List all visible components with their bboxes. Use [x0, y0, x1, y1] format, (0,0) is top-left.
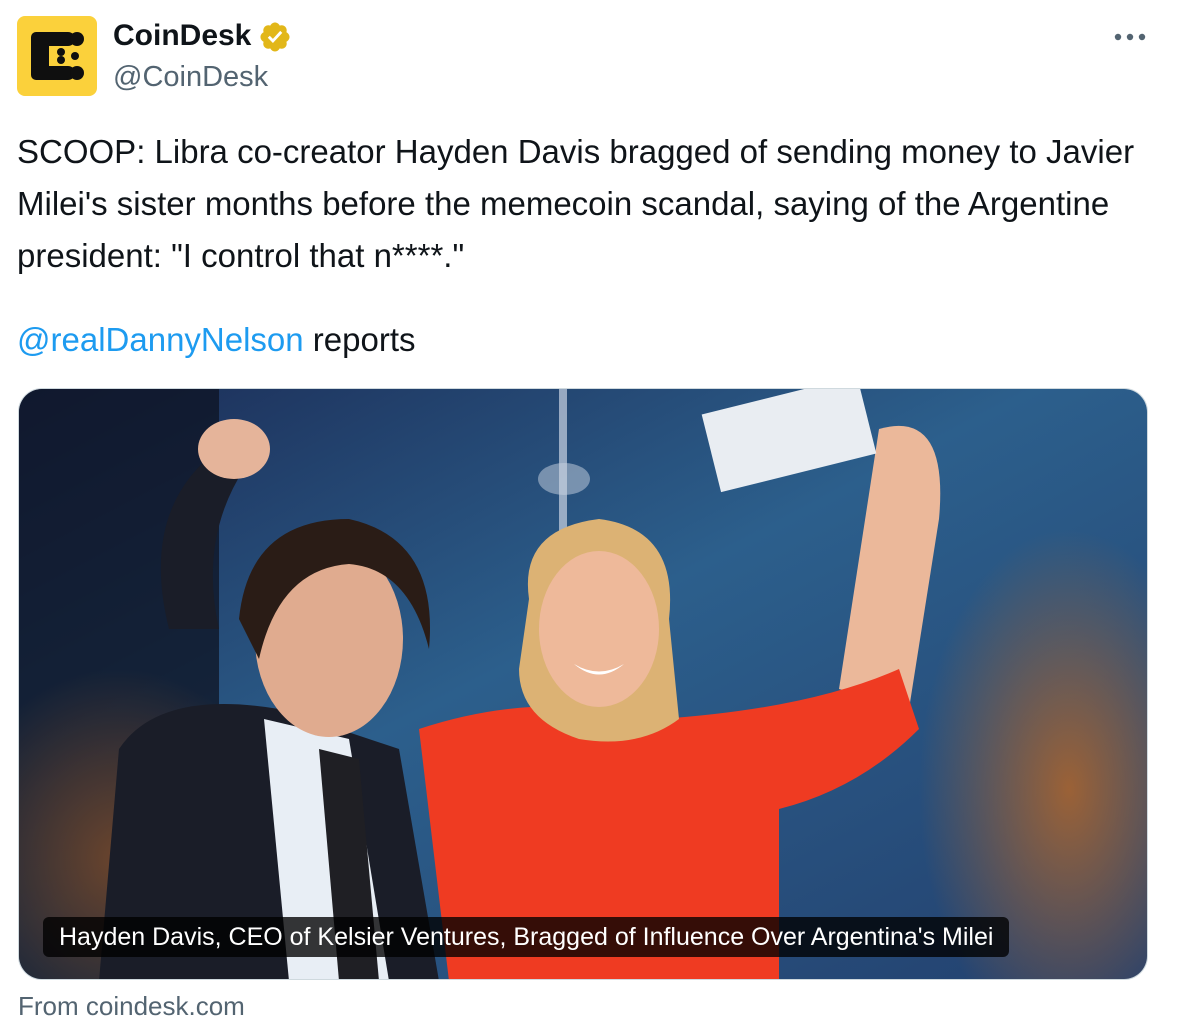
tweet-credit-line: @realDannyNelson reports	[17, 314, 416, 366]
coindesk-logo-icon	[31, 32, 84, 80]
more-horizontal-icon	[1114, 33, 1146, 41]
mention-suffix: reports	[303, 321, 416, 358]
card-caption: Hayden Davis, CEO of Kelsier Ventures, B…	[43, 917, 1010, 957]
author-name[interactable]: CoinDesk	[113, 17, 251, 55]
link-card[interactable]: Hayden Davis, CEO of Kelsier Ventures, B…	[18, 388, 1148, 980]
verified-badge-icon	[260, 22, 290, 52]
tweet: CoinDesk @CoinDesk SCOOP: Libra co-creat…	[0, 0, 1194, 1021]
author-handle[interactable]: @CoinDesk	[113, 58, 268, 96]
mention-link[interactable]: @realDannyNelson	[17, 321, 304, 358]
tweet-text: SCOOP: Libra co-creator Hayden Davis bra…	[17, 133, 1135, 274]
card-photo	[19, 389, 1147, 979]
author-avatar[interactable]	[17, 16, 97, 96]
card-source[interactable]: From coindesk.com	[18, 988, 245, 1024]
more-options-button[interactable]	[1106, 20, 1154, 54]
